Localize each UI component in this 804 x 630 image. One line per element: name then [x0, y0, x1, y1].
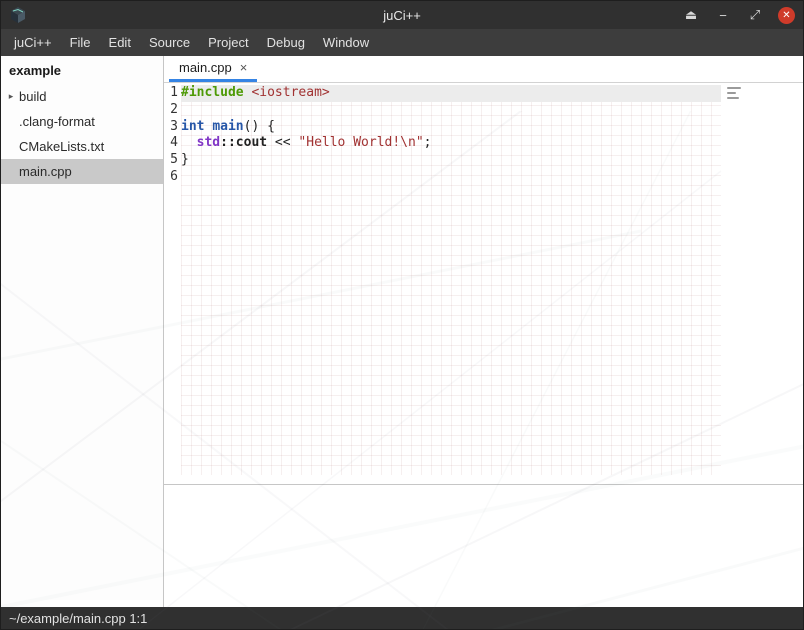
line-number: 1: [164, 85, 181, 102]
menu-edit[interactable]: Edit: [100, 29, 140, 56]
project-root-label[interactable]: example: [1, 56, 163, 84]
overview-map: [727, 87, 745, 99]
menu-source[interactable]: Source: [140, 29, 199, 56]
line-numbers: 123456: [164, 85, 181, 484]
close-button[interactable]: ✕: [778, 7, 795, 24]
expander-icon[interactable]: ▸: [1, 91, 17, 102]
titlebar: juCi++ ⏏ − ⤢ ✕: [1, 1, 803, 29]
line-number: 6: [164, 169, 181, 186]
code-line[interactable]: }: [181, 152, 721, 169]
menu-juci[interactable]: juCi++: [5, 29, 61, 56]
window-controls: ⏏ − ⤢ ✕: [682, 1, 795, 29]
overview-mark: [727, 92, 736, 94]
output-panel[interactable]: [164, 484, 803, 607]
tab-close-icon[interactable]: ×: [240, 60, 248, 75]
tree-item-label: .clang-format: [17, 114, 95, 129]
menu-file[interactable]: File: [61, 29, 100, 56]
eject-button[interactable]: ⏏: [682, 6, 700, 24]
statusbar: ~/example/main.cpp 1:1: [1, 607, 803, 629]
tree-item-build[interactable]: ▸build: [1, 84, 163, 109]
menu-debug[interactable]: Debug: [258, 29, 314, 56]
code-line[interactable]: [181, 102, 721, 119]
status-file-position: ~/example/main.cpp 1:1: [9, 611, 147, 626]
tree-item-label: CMakeLists.txt: [17, 139, 104, 154]
tree-item-cmakelists-txt[interactable]: CMakeLists.txt: [1, 134, 163, 159]
overview-mark: [727, 97, 739, 99]
file-tree: ▸build .clang-format CMakeLists.txt main.cp…: [1, 84, 163, 184]
code-line[interactable]: [181, 169, 721, 186]
tree-item-label: main.cpp: [17, 164, 72, 179]
tab-main-cpp[interactable]: main.cpp ×: [169, 56, 257, 82]
content-area: example ▸build .clang-format CMakeLists.tx…: [1, 56, 803, 607]
tree-item-clang-format[interactable]: .clang-format: [1, 109, 163, 134]
code-line[interactable]: int main() {: [181, 119, 721, 136]
sidebar: example ▸build .clang-format CMakeLists.tx…: [1, 56, 164, 607]
menubar: juCi++FileEditSourceProjectDebugWindow: [1, 29, 803, 56]
code-line[interactable]: #include <iostream>: [181, 85, 721, 102]
tree-item-label: build: [17, 89, 46, 104]
main-panel: main.cpp × 123456 #include <iostream>int…: [164, 56, 803, 607]
overview-mark: [727, 87, 741, 89]
line-number: 5: [164, 152, 181, 169]
menu-window[interactable]: Window: [314, 29, 378, 56]
app-window: juCi++ ⏏ − ⤢ ✕ juCi++FileEditSourceProje…: [0, 0, 804, 630]
line-number: 4: [164, 135, 181, 152]
tab-bar: main.cpp ×: [164, 56, 803, 83]
menu-project[interactable]: Project: [199, 29, 257, 56]
restore-button[interactable]: ⤢: [746, 6, 764, 24]
line-number: 3: [164, 119, 181, 136]
editor[interactable]: 123456 #include <iostream>int main() { s…: [164, 83, 803, 484]
tab-label: main.cpp: [179, 60, 232, 75]
code-area[interactable]: #include <iostream>int main() { std::cou…: [181, 85, 721, 475]
line-number: 2: [164, 102, 181, 119]
minimize-button[interactable]: −: [714, 6, 732, 24]
code-line[interactable]: std::cout << "Hello World!\n";: [181, 135, 721, 152]
tree-item-main-cpp[interactable]: main.cpp: [1, 159, 163, 184]
